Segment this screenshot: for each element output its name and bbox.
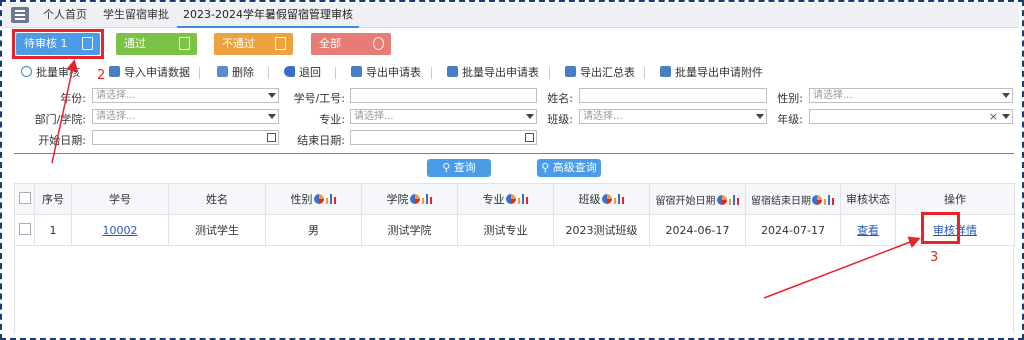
arrow-to-review-details (763, 236, 921, 299)
annotation-arrows (51, 59, 921, 299)
arrow-to-pending (51, 59, 78, 164)
